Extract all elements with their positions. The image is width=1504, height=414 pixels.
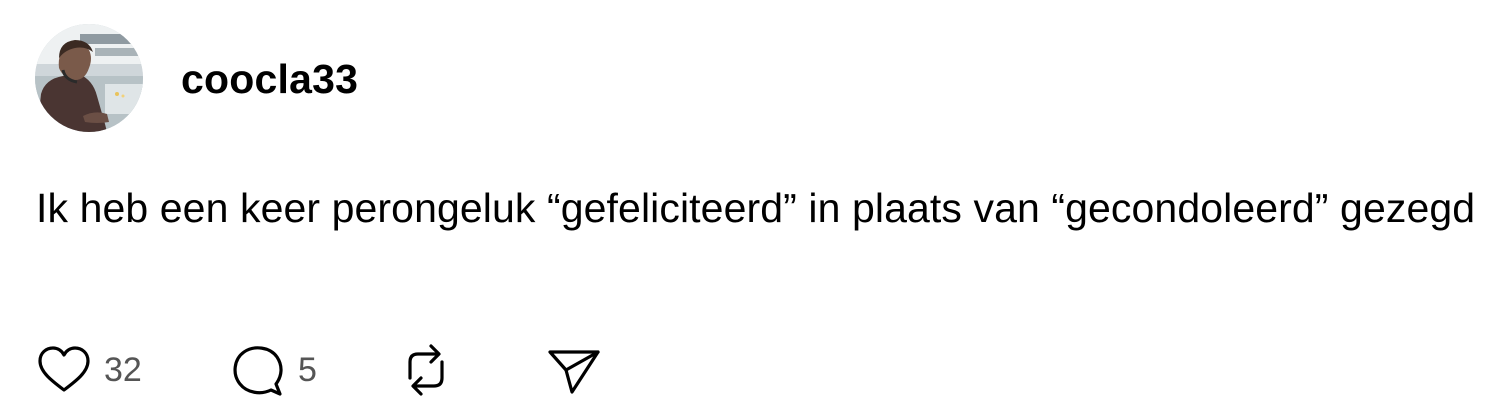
username[interactable]: coocla33: [181, 55, 358, 103]
speech-bubble-icon: [233, 346, 283, 396]
avatar[interactable]: [35, 24, 143, 132]
like-count: 32: [104, 351, 142, 389]
post-text: Ik heb een keer perongeluk “gefeliciteer…: [36, 185, 1476, 231]
reply-count: 5: [298, 351, 317, 389]
repost-icon: [408, 344, 444, 396]
avatar-image: [35, 24, 143, 132]
post-actions: 32 5: [36, 340, 636, 400]
send-icon: [548, 350, 600, 394]
heart-icon: [38, 346, 90, 392]
repost-button[interactable]: [398, 340, 454, 400]
share-button[interactable]: [546, 340, 602, 400]
like-button[interactable]: 32: [36, 340, 142, 400]
reply-button[interactable]: 5: [230, 340, 317, 400]
